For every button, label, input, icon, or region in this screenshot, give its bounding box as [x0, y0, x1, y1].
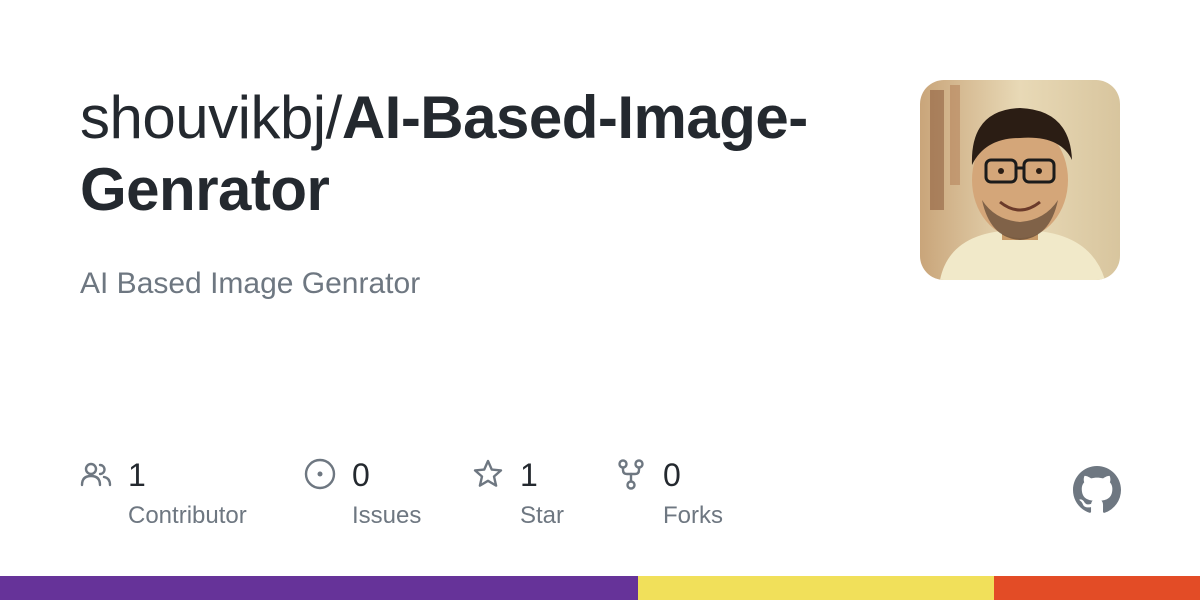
language-segment-1: [638, 576, 994, 600]
repo-description: AI Based Image Genrator: [80, 267, 421, 300]
stars-label: Star: [520, 502, 565, 529]
forks-label: Forks: [663, 502, 723, 529]
avatar: [920, 80, 1120, 280]
people-icon: [80, 458, 112, 490]
star-icon: [472, 458, 504, 490]
contributors-count: 1: [128, 457, 146, 493]
repo-title: shouvikbj/AI-Based-Image-Genrator: [80, 82, 880, 226]
language-segment-2: [993, 576, 1200, 600]
issues-count: 0: [352, 457, 370, 493]
issues-label: Issues: [352, 502, 422, 529]
repo-owner: shouvikbj/: [80, 84, 342, 151]
issue-icon: [304, 458, 336, 490]
github-logo-icon[interactable]: [1073, 466, 1121, 514]
contributors-label: Contributor: [128, 502, 247, 529]
stars-count: 1: [520, 457, 538, 493]
language-bar: [0, 576, 1200, 600]
fork-icon: [615, 458, 647, 490]
forks-count: 0: [663, 457, 681, 493]
language-segment-0: [0, 576, 639, 600]
